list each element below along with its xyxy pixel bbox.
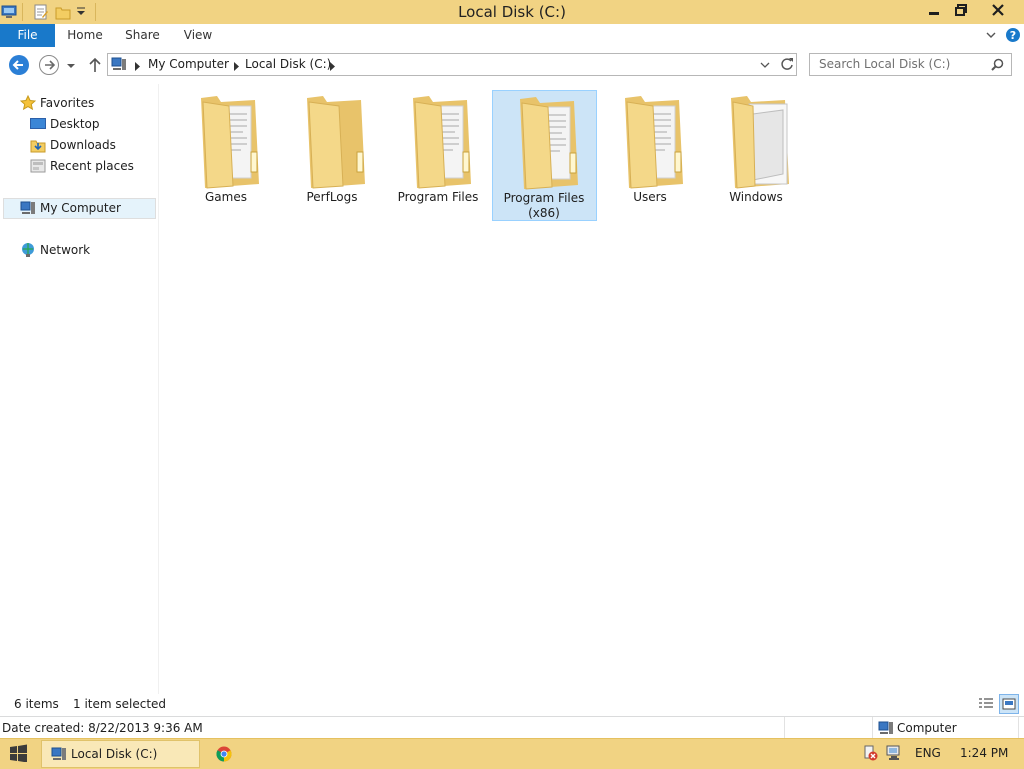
folder-icon (307, 96, 365, 189)
breadcrumb-local-disk[interactable]: Local Disk (C:) (245, 57, 331, 71)
large-icons-view-button[interactable] (999, 694, 1019, 714)
up-arrow-icon (89, 57, 101, 72)
tab-home[interactable]: Home (57, 24, 113, 47)
folder-name: Program Files (x86) (503, 191, 585, 220)
status-bar: 6 items 1 item selected (0, 694, 1024, 716)
clock[interactable]: 1:24 PM (960, 746, 1008, 760)
folder-icon (731, 96, 789, 189)
window-title: Local Disk (C:) (458, 3, 566, 21)
desktop-icon (30, 116, 46, 132)
up-button[interactable] (88, 57, 102, 76)
help-icon[interactable]: ? (1005, 27, 1021, 46)
action-center-icon[interactable] (862, 745, 878, 764)
divider (784, 717, 785, 739)
folder-perflogs[interactable]: PerfLogs (280, 90, 384, 220)
downloads-icon (30, 137, 46, 153)
large-icons-view-icon (1002, 698, 1016, 710)
computer-icon (20, 200, 36, 216)
computer-icon (878, 720, 894, 739)
title-bar: Local Disk (C:) (0, 0, 1024, 25)
details-view-button[interactable] (977, 696, 995, 715)
folder-name: Windows (729, 190, 783, 204)
recent-locations-icon[interactable] (66, 60, 76, 74)
folder-users[interactable]: Users (598, 90, 702, 220)
folder-name: Users (633, 190, 667, 204)
tab-file[interactable]: File (0, 24, 55, 47)
back-button[interactable] (8, 54, 30, 79)
svg-text:?: ? (1010, 29, 1016, 42)
ribbon-tabs: File Home Share View ? (0, 24, 1024, 48)
taskbar-window-title: Local Disk (C:) (71, 747, 158, 761)
folder-program-files-x86[interactable]: Program Files (x86) (492, 90, 597, 221)
network-status-icon[interactable] (886, 745, 902, 764)
network-icon (20, 242, 36, 258)
selected-count: 1 item selected (73, 697, 167, 711)
breadcrumb-chevron-icon[interactable] (134, 60, 140, 74)
breadcrumb-my-computer[interactable]: My Computer (148, 57, 229, 71)
location-label: Computer (897, 721, 957, 735)
search-input[interactable]: Search Local Disk (C:) (809, 53, 1012, 76)
computer-icon (111, 57, 127, 75)
search-placeholder: Search Local Disk (C:) (819, 57, 951, 71)
tab-share[interactable]: Share (115, 24, 170, 47)
folder-program-files[interactable]: Program Files (386, 90, 490, 220)
forward-button[interactable] (38, 54, 60, 79)
folder-icon (201, 96, 259, 189)
back-arrow-icon (9, 55, 29, 75)
star-icon (19, 94, 37, 111)
refresh-icon[interactable] (780, 57, 794, 74)
item-count: 6 items (14, 697, 59, 711)
divider (872, 717, 873, 739)
taskbar: Local Disk (C:) ENG 1:24 PM (0, 738, 1024, 769)
folder-name: PerfLogs (306, 190, 358, 204)
divider (1018, 717, 1019, 739)
expand-ribbon-icon[interactable] (985, 28, 997, 45)
computer-icon (51, 746, 67, 765)
taskbar-explorer-button[interactable]: Local Disk (C:) (41, 740, 200, 768)
folder-name: Program Files (397, 190, 479, 204)
breadcrumb-chevron-icon[interactable] (233, 60, 239, 74)
date-created: Date created: 8/22/2013 9:36 AM (2, 721, 203, 735)
folder-name: Games (205, 190, 247, 204)
folder-icon (413, 96, 471, 189)
chrome-icon (216, 746, 232, 762)
input-language[interactable]: ENG (915, 746, 941, 760)
tab-view[interactable]: View (172, 24, 224, 47)
folder-windows[interactable]: Windows (704, 90, 808, 220)
folder-icon (625, 96, 683, 189)
start-button[interactable] (9, 744, 29, 765)
search-icon[interactable] (991, 58, 1004, 74)
address-history-dropdown-icon[interactable] (760, 59, 770, 73)
breadcrumb-chevron-icon[interactable] (329, 60, 335, 74)
forward-arrow-icon (39, 55, 59, 75)
windows-logo-icon (10, 744, 27, 763)
minimize-button[interactable] (920, 0, 947, 20)
folder-games[interactable]: Games (174, 90, 278, 220)
address-bar[interactable]: My Computer Local Disk (C:) (107, 53, 797, 76)
restore-icon (954, 4, 967, 16)
details-view-icon (979, 698, 993, 708)
restore-button[interactable] (947, 0, 974, 20)
recent-places-icon (30, 158, 46, 174)
close-icon (992, 4, 1004, 16)
details-bar: Date created: 8/22/2013 9:36 AM Computer (0, 716, 1024, 739)
close-button[interactable] (974, 0, 1022, 20)
chrome-button[interactable] (216, 746, 232, 765)
minimize-icon (928, 12, 939, 15)
folder-icon (520, 97, 578, 190)
